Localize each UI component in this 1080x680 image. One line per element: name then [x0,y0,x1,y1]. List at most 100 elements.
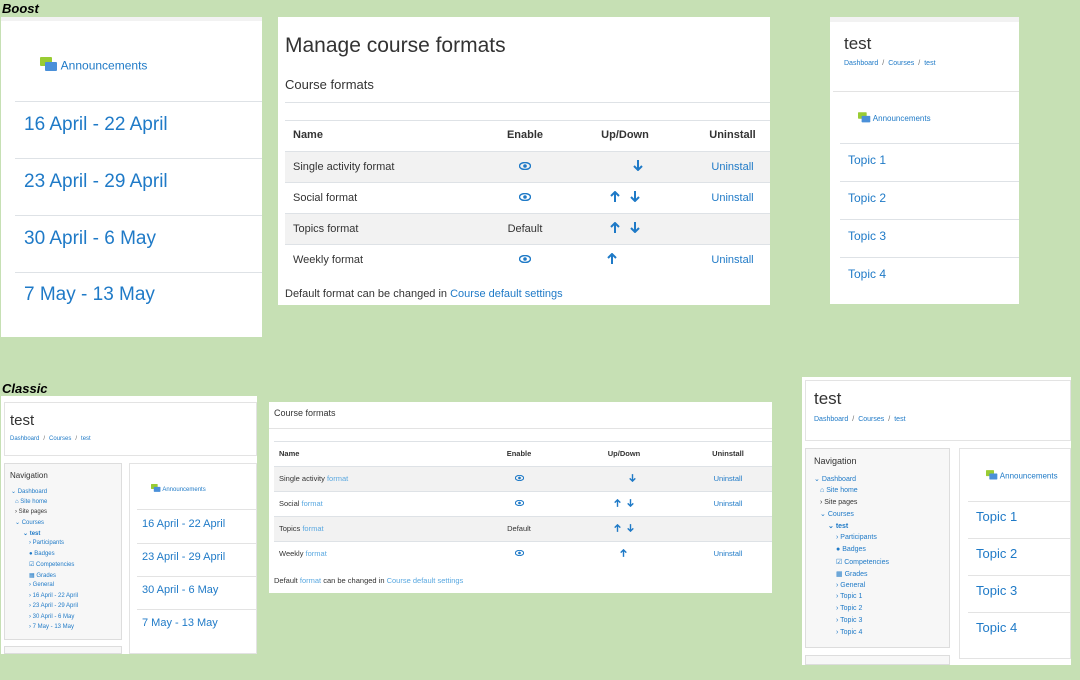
topic-link-2[interactable]: Topic 2 [848,191,886,205]
nav-test[interactable]: ⌄ test [23,530,40,537]
week-link-2[interactable]: 23 April - 29 April [142,551,225,563]
eye-icon[interactable] [495,244,555,275]
classic-weeks-panel: test Dashboard / Courses / test Navigation ⌄… [1,396,257,654]
breadcrumb-courses[interactable]: Courses [858,416,884,423]
nav-site-pages[interactable]: › Site pages [15,509,47,515]
arrow-up-icon[interactable] [610,190,621,205]
nav-week-4[interactable]: › 7 May - 13 May [29,624,74,630]
week-link-3[interactable]: 30 April - 6 May [24,228,156,250]
topic-link-1[interactable]: Topic 1 [848,153,886,167]
week-link-4[interactable]: 7 May - 13 May [142,617,218,629]
nav-site-pages[interactable]: › Site pages [820,499,857,506]
nav-test[interactable]: ⌄ test [828,522,848,530]
footer-text-mid: can be changed in [321,576,387,585]
week-link-1[interactable]: 16 April - 22 April [142,518,225,530]
arrow-up-icon[interactable] [607,252,617,267]
arrow-up-icon[interactable] [610,221,621,236]
nav-week-3[interactable]: › 30 April - 6 May [29,614,74,620]
nav-participants[interactable]: › Participants [836,534,877,541]
nav-site-home[interactable]: ⌂ Site home [15,499,47,505]
arrow-down-icon[interactable] [627,523,634,534]
uninstall-link[interactable]: Uninstall [684,491,772,516]
topic-link-3[interactable]: Topic 3 [976,583,1017,598]
table-row: Single activity format Uninstall [274,466,772,491]
nav-topic-1[interactable]: › Topic 1 [836,593,862,600]
nav-badges[interactable]: ● Badges [836,546,866,553]
arrow-down-icon[interactable] [627,498,634,509]
nav-week-1[interactable]: › 16 April - 22 April [29,593,78,599]
classic-formats-panel: Course formats Name Enable Up/Down Unins… [269,402,772,593]
breadcrumb-test[interactable]: test [894,416,905,423]
nav-dashboard[interactable]: ⌄ Dashboard [814,475,856,483]
nav-general[interactable]: › General [836,582,865,589]
topic-link-2[interactable]: Topic 2 [976,546,1017,561]
nav-badges[interactable]: ● Badges [29,551,55,557]
course-default-settings-link[interactable]: Course default settings [387,576,464,585]
arrow-down-icon[interactable] [633,159,643,174]
eye-icon[interactable] [474,541,564,566]
nav-grades[interactable]: ▦ Grades [29,572,56,579]
uninstall-link[interactable]: Uninstall [695,151,770,182]
nav-site-home[interactable]: ⌂ Site home [820,487,858,494]
divider [269,428,772,429]
footer-text: Default format can be changed in [285,288,448,300]
breadcrumb-dashboard[interactable]: Dashboard [844,60,878,67]
eye-icon[interactable] [495,182,555,213]
week-link-1[interactable]: 16 April - 22 April [24,114,168,136]
nav-participants[interactable]: › Participants [29,540,64,546]
nav-topic-2[interactable]: › Topic 2 [836,605,862,612]
default-label: Default [507,524,531,533]
week-link-3[interactable]: 30 April - 6 May [142,584,218,596]
next-block [805,655,950,665]
uninstall-link[interactable]: Uninstall [695,182,770,213]
arrow-down-icon[interactable] [629,221,640,236]
week-link-4[interactable]: 7 May - 13 May [24,284,155,306]
nav-topic-3[interactable]: › Topic 3 [836,617,862,624]
navigation-title: Navigation [814,456,857,466]
nav-competencies[interactable]: ☑ Competencies [836,558,889,566]
eye-icon[interactable] [495,151,555,182]
arrow-up-icon[interactable] [614,498,621,509]
section-link[interactable]: Course formats [274,408,336,418]
course-title: test [844,34,872,53]
breadcrumb-test[interactable]: test [81,436,91,442]
announcements-link[interactable]: Announcements [40,57,147,76]
nav-general[interactable]: › General [29,582,54,588]
formats-table: Name Enable Up/Down Uninstall Single act… [274,442,772,566]
eye-icon[interactable] [474,466,564,491]
nav-week-2[interactable]: › 23 April - 29 April [29,603,78,609]
breadcrumb-dashboard[interactable]: Dashboard [814,416,848,423]
nav-dashboard[interactable]: ⌄ Dashboard [11,488,47,495]
announcements-link[interactable]: Announcements [151,484,206,495]
uninstall-link[interactable]: Uninstall [684,466,772,491]
course-default-settings-link[interactable]: Course default settings [450,288,563,300]
header-box [805,380,1071,441]
uninstall-link[interactable]: Uninstall [684,541,772,566]
arrow-down-icon[interactable] [629,190,640,205]
announcements-link[interactable]: Announcements [986,470,1058,483]
topic-link-4[interactable]: Topic 4 [848,267,886,281]
breadcrumb: Dashboard / Courses / test [814,416,906,423]
topic-link-3[interactable]: Topic 3 [848,229,886,243]
week-link-2[interactable]: 23 April - 29 April [24,171,168,193]
nav-grades[interactable]: ▦ Grades [836,570,868,578]
uninstall-link[interactable]: Uninstall [695,244,770,275]
breadcrumb-courses[interactable]: Courses [49,436,71,442]
topic-link-1[interactable]: Topic 1 [976,509,1017,524]
boost-label: Boost [2,1,39,16]
breadcrumb-dashboard[interactable]: Dashboard [10,436,39,442]
nav-courses[interactable]: ⌄ Courses [820,510,854,518]
breadcrumb-test[interactable]: test [924,60,935,67]
nav-competencies[interactable]: ☑ Competencies [29,561,74,568]
topic-link-4[interactable]: Topic 4 [976,620,1017,635]
breadcrumb-courses[interactable]: Courses [888,60,914,67]
format-name: Topics format [293,222,359,235]
nav-courses[interactable]: ⌄ Courses [15,519,44,526]
divider [15,215,262,216]
eye-icon[interactable] [474,491,564,516]
announcements-link[interactable]: Announcements [858,112,931,126]
arrow-up-icon[interactable] [614,523,621,534]
arrow-down-icon[interactable] [628,473,636,484]
arrow-up-icon[interactable] [619,548,627,559]
nav-topic-4[interactable]: › Topic 4 [836,629,862,636]
